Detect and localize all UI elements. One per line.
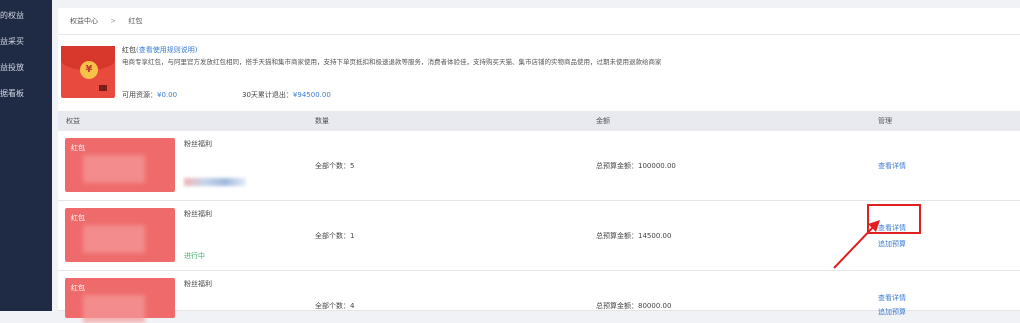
card-label: 红包 bbox=[71, 284, 85, 292]
blurred-content bbox=[184, 178, 246, 186]
budget-text: 总预算金额：100000.00 bbox=[596, 162, 676, 170]
card-label: 红包 bbox=[71, 214, 85, 222]
outflow-value: ¥94500.00 bbox=[292, 91, 331, 99]
header-quantity: 数量 bbox=[315, 117, 329, 125]
summary-panel: ¥ 红包(查看使用规则说明) 电商专享红包，与阿里官方发放红包相同，搭手天猫和集… bbox=[58, 35, 1020, 111]
outflow-label: 30天累计退出： bbox=[242, 91, 293, 99]
header-benefit: 权益 bbox=[66, 117, 80, 125]
summary-description: 电商专享红包，与阿里官方发放红包相同，搭手天猫和集市商家使用，支持下单页抵扣和极… bbox=[122, 58, 662, 66]
balance-value: ¥0.00 bbox=[157, 91, 178, 99]
card-label: 红包 bbox=[71, 144, 85, 152]
blurred-content bbox=[83, 225, 145, 253]
header-amount: 金额 bbox=[596, 117, 610, 125]
count-text: 全部个数：1 bbox=[315, 232, 355, 240]
rules-link[interactable]: (查看使用规则说明) bbox=[136, 46, 197, 54]
sidebar: 的权益 益采买 益投放 据看板 bbox=[0, 0, 52, 311]
budget-text: 总预算金额：80000.00 bbox=[596, 302, 672, 310]
count-text: 全部个数：5 bbox=[315, 162, 355, 170]
annotation-arrow-icon bbox=[833, 220, 880, 269]
blurred-content bbox=[83, 295, 145, 323]
view-details-link[interactable]: 查看详情 bbox=[878, 161, 906, 171]
header-manage: 管理 bbox=[878, 117, 892, 125]
breadcrumb-separator: > bbox=[110, 17, 117, 25]
breadcrumb-root[interactable]: 权益中心 bbox=[70, 17, 98, 25]
benefit-name: 粉丝福利 bbox=[184, 280, 212, 288]
table-row: 红包 粉丝福利 全部个数：4 总预算金额：80000.00 查看详情 追加预算 bbox=[58, 271, 1020, 323]
status-text: 进行中 bbox=[184, 252, 205, 260]
outflow-total: 30天累计退出：¥94500.00 bbox=[242, 90, 331, 100]
red-envelope-icon: ¥ bbox=[61, 46, 115, 98]
breadcrumb: 权益中心 > 红包 bbox=[58, 8, 1020, 35]
table-header: 权益 数量 金额 管理 bbox=[58, 111, 1020, 131]
breadcrumb-current: 红包 bbox=[128, 17, 143, 25]
table-row: 红包 粉丝福利 全部个数：5 总预算金额：100000.00 查看详情 bbox=[58, 131, 1020, 201]
available-balance: 可用资源：¥0.00 bbox=[122, 90, 177, 100]
budget-text: 总预算金额：14500.00 bbox=[596, 232, 672, 240]
summary-title: 红包(查看使用规则说明) bbox=[122, 45, 197, 55]
sidebar-item-my-benefits[interactable]: 的权益 bbox=[0, 9, 52, 23]
benefit-card: 红包 bbox=[65, 208, 175, 262]
benefit-name: 粉丝福利 bbox=[184, 210, 212, 218]
balance-label: 可用资源： bbox=[122, 91, 157, 99]
view-details-link[interactable]: 查看详情 bbox=[878, 293, 906, 303]
blurred-content bbox=[83, 155, 145, 183]
sidebar-item-dashboard[interactable]: 据看板 bbox=[0, 87, 52, 101]
count-text: 全部个数：4 bbox=[315, 302, 355, 310]
benefit-name: 粉丝福利 bbox=[184, 140, 212, 148]
sidebar-item-delivery[interactable]: 益投放 bbox=[0, 61, 52, 75]
add-budget-link[interactable]: 追加预算 bbox=[878, 307, 906, 317]
sidebar-item-purchase[interactable]: 益采买 bbox=[0, 35, 52, 49]
benefit-card: 红包 bbox=[65, 138, 175, 192]
benefit-card: 红包 bbox=[65, 278, 175, 323]
summary-title-text: 红包 bbox=[122, 46, 136, 54]
